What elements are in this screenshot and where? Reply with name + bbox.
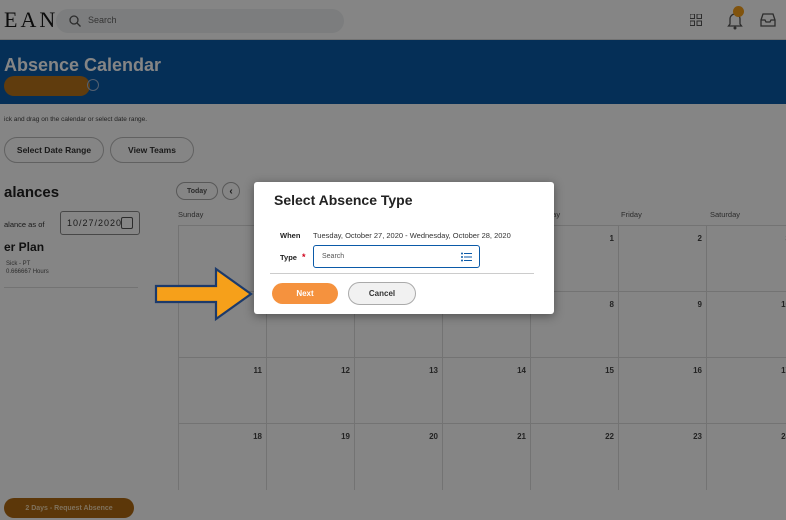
type-input-placeholder: Search xyxy=(322,253,345,260)
select-absence-type-dialog: Select Absence Type When Tuesday, Octobe… xyxy=(254,182,554,314)
type-label: Type xyxy=(280,253,297,262)
absence-type-input[interactable]: Search xyxy=(313,245,480,268)
arrow-pointer-icon xyxy=(154,266,253,322)
list-prompt-icon[interactable] xyxy=(461,252,472,262)
required-indicator: * xyxy=(302,252,306,262)
cancel-button[interactable]: Cancel xyxy=(348,282,416,305)
dialog-title: Select Absence Type xyxy=(274,192,413,208)
dialog-divider xyxy=(270,273,534,274)
when-value: Tuesday, October 27, 2020 - Wednesday, O… xyxy=(313,231,511,240)
next-button[interactable]: Next xyxy=(272,283,338,304)
when-label: When xyxy=(280,231,301,240)
